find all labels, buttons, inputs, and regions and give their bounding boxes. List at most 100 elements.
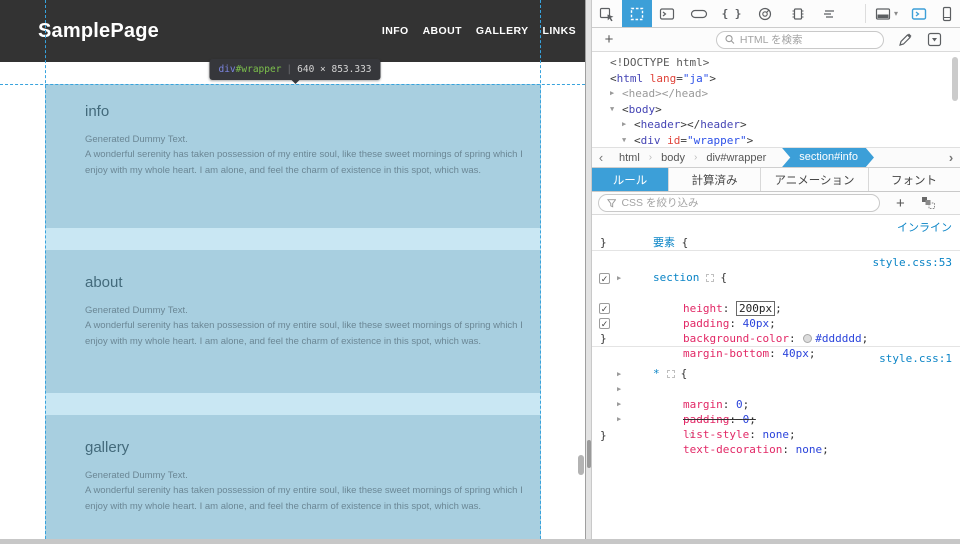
devtools-panel: { } ▾ + bbox=[592, 0, 960, 544]
markup-view: <!DOCTYPE html> <html lang="ja"> ▶<head>… bbox=[592, 52, 960, 147]
breadcrumb-item-section-info[interactable]: section#info bbox=[781, 147, 874, 168]
prop-enabled-checkbox[interactable]: ✓ bbox=[599, 273, 610, 284]
highlight-section-gallery: gallery Generated Dummy Text. A wonderfu… bbox=[45, 415, 541, 544]
html-search-box bbox=[716, 31, 884, 49]
markup-line-html[interactable]: <html lang="ja"> bbox=[592, 71, 960, 87]
search-icon bbox=[725, 34, 735, 45]
inspector-highlight-wrapper: info Generated Dummy Text. A wonderful s… bbox=[45, 84, 541, 544]
section-rule-selector: section{ style.css:53 bbox=[592, 255, 960, 270]
prop-enabled-checkbox[interactable]: ✓ bbox=[599, 318, 610, 329]
window-bottom-edge bbox=[0, 539, 960, 544]
site-header: SamplePage INFO ABOUT GALLERY LINKS bbox=[0, 0, 585, 62]
add-rule-button[interactable]: + bbox=[896, 195, 905, 212]
breadcrumb-forward-icon[interactable]: › bbox=[942, 150, 960, 165]
twisty-closed-icon[interactable]: ▶ bbox=[617, 412, 621, 427]
guide-line-top bbox=[0, 84, 585, 85]
breadcrumb-item-html[interactable]: html bbox=[610, 152, 649, 164]
site-logo: SamplePage bbox=[38, 0, 159, 62]
tab-animations[interactable]: アニメーション bbox=[761, 168, 869, 191]
guide-line-left bbox=[45, 0, 46, 544]
site-nav: INFO ABOUT GALLERY LINKS bbox=[382, 0, 576, 62]
star-rule-selector: *{ style.css:1 bbox=[592, 351, 960, 366]
twisty-closed-icon[interactable]: ▶ bbox=[610, 86, 614, 102]
debugger-icon[interactable] bbox=[682, 0, 715, 27]
filter-funnel-icon bbox=[607, 198, 616, 208]
devtools-toolbar: { } ▾ bbox=[592, 0, 960, 28]
css-prop-background-color: ✓ background-color: #dddddd; bbox=[592, 301, 960, 316]
stylesheet-link[interactable]: style.css:53 bbox=[873, 255, 952, 270]
prop-enabled-checkbox[interactable]: ✓ bbox=[599, 303, 610, 314]
css-prop-padding: ✓ ▶ padding: 40px; bbox=[592, 271, 960, 286]
node-infobar: div#wrapper | 640 × 853.333 bbox=[209, 59, 380, 80]
add-node-button[interactable]: + bbox=[592, 31, 626, 48]
section-lead: Generated Dummy Text. bbox=[85, 303, 535, 319]
twisty-closed-icon[interactable]: ▶ bbox=[617, 397, 621, 412]
tab-fonts[interactable]: フォント bbox=[869, 168, 959, 191]
section-title: gallery bbox=[85, 439, 129, 456]
tab-computed[interactable]: 計算済み bbox=[669, 168, 761, 191]
twisty-closed-icon[interactable]: ▶ bbox=[617, 367, 621, 382]
eyedropper-icon[interactable] bbox=[898, 32, 913, 47]
network-icon[interactable] bbox=[814, 0, 844, 27]
css-prop-list-style: ▶ list-style: none; bbox=[592, 397, 960, 412]
element-rule-close: } bbox=[592, 235, 960, 250]
css-filter-input[interactable] bbox=[621, 197, 871, 209]
responsive-mode-icon[interactable] bbox=[934, 0, 960, 27]
markup-line-header[interactable]: ▶<header></header> bbox=[592, 117, 960, 133]
inspector-tab-icon[interactable] bbox=[622, 0, 652, 27]
nav-link-links[interactable]: LINKS bbox=[543, 25, 577, 37]
infobar-id: #wrapper bbox=[236, 64, 282, 75]
highlight-section-info: info Generated Dummy Text. A wonderful s… bbox=[45, 84, 541, 228]
twisty-closed-icon[interactable]: ▶ bbox=[617, 382, 621, 397]
sidebar-tabs: ルール 計算済み アニメーション フォント bbox=[592, 168, 960, 192]
markup-line-div-wrapper[interactable]: ▼<div id="wrapper"> bbox=[592, 133, 960, 147]
twisty-open-icon[interactable]: ▼ bbox=[610, 102, 614, 118]
html-search-input[interactable] bbox=[740, 34, 875, 46]
breadcrumb-item-body[interactable]: body bbox=[652, 152, 694, 164]
console-icon[interactable] bbox=[652, 0, 682, 27]
twisty-open-icon[interactable]: ▼ bbox=[622, 133, 626, 147]
twisty-closed-icon[interactable]: ▶ bbox=[622, 117, 626, 133]
rule-divider bbox=[592, 250, 960, 251]
dock-caret-icon[interactable]: ▾ bbox=[894, 0, 904, 27]
nav-link-about[interactable]: ABOUT bbox=[423, 25, 462, 37]
breadcrumb-item-div-wrapper[interactable]: div#wrapper bbox=[697, 152, 775, 164]
section-body: A wonderful serenity has taken possessio… bbox=[85, 483, 535, 515]
pick-element-icon[interactable] bbox=[592, 0, 622, 27]
style-editor-icon[interactable]: { } bbox=[715, 0, 748, 27]
twisty-closed-icon[interactable]: ▶ bbox=[617, 271, 621, 286]
tab-rules[interactable]: ルール bbox=[592, 168, 669, 191]
markup-scrollbar[interactable] bbox=[952, 57, 958, 101]
markup-line-doctype[interactable]: <!DOCTYPE html> bbox=[592, 55, 960, 71]
infobar-tag: div bbox=[218, 64, 235, 75]
stylesheet-link[interactable]: style.css:1 bbox=[879, 351, 952, 366]
section-body: A wonderful serenity has taken possessio… bbox=[85, 147, 535, 179]
markup-line-head[interactable]: ▶<head></head> bbox=[592, 86, 960, 102]
nav-link-info[interactable]: INFO bbox=[382, 25, 409, 37]
page-scrollbar[interactable] bbox=[578, 455, 584, 475]
star-rule-close: } bbox=[592, 428, 960, 443]
devtools-splitter[interactable] bbox=[585, 0, 592, 544]
console-toggle-icon[interactable] bbox=[927, 32, 942, 47]
screenshot-root: SamplePage INFO ABOUT GALLERY LINKS info… bbox=[0, 0, 960, 544]
pseudo-class-panel-icon[interactable] bbox=[921, 196, 936, 210]
markup-line-body[interactable]: ▼<body> bbox=[592, 102, 960, 118]
infobar-dimensions: 640 × 853.333 bbox=[297, 64, 371, 75]
performance-icon[interactable] bbox=[748, 0, 781, 27]
breadcrumb: ‹ html › body › div#wrapper section#info… bbox=[592, 147, 960, 168]
memory-icon[interactable] bbox=[781, 0, 814, 27]
breadcrumb-back-icon[interactable]: ‹ bbox=[592, 150, 610, 165]
nav-link-gallery[interactable]: GALLERY bbox=[476, 25, 529, 37]
section-title: info bbox=[85, 103, 109, 120]
splitter-scroll-thumb[interactable] bbox=[587, 440, 591, 468]
css-prop-height-editing: height: 200px; bbox=[592, 286, 960, 301]
separate-window-icon[interactable] bbox=[904, 0, 934, 27]
guide-line-right bbox=[540, 0, 541, 544]
markup-toolbar: + bbox=[592, 28, 960, 52]
element-rule-selector: 要素 { インライン bbox=[592, 220, 960, 235]
css-prop-margin-bottom: ✓ margin-bottom: 40px; bbox=[592, 316, 960, 331]
inline-style-link[interactable]: インライン bbox=[897, 220, 952, 235]
css-prop-margin: ▶ margin: 0; bbox=[592, 367, 960, 382]
section-title: about bbox=[85, 274, 123, 291]
section-lead: Generated Dummy Text. bbox=[85, 468, 535, 484]
